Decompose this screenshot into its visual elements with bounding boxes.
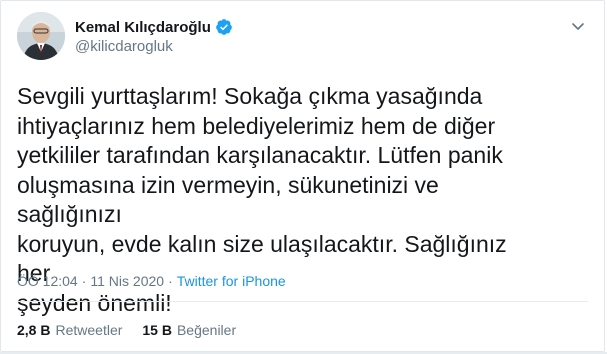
meta-separator-2: · [168, 273, 173, 289]
author-display-name[interactable]: Kemal Kılıçdaroğlu [75, 19, 211, 36]
avatar-photo [17, 12, 65, 60]
avatar[interactable] [17, 12, 65, 60]
verified-badge-icon [216, 19, 232, 35]
divider [17, 301, 588, 302]
tweet-source-link[interactable]: Twitter for iPhone [177, 273, 286, 289]
tweet-meta: ÖÖ 12:04 · 11 Nis 2020 · Twitter for iPh… [17, 273, 286, 289]
retweets-label: Retweetler [55, 322, 123, 338]
likes-stat[interactable]: 15 B Beğeniler [142, 322, 236, 338]
tweet-stats: 2,8 B Retweetler 15 B Beğeniler [17, 322, 256, 338]
likes-count: 15 B [142, 322, 172, 338]
tweet-date[interactable]: 11 Nis 2020 [90, 273, 164, 289]
tweet-header: Kemal Kılıçdaroğlu @kilicdarogluk [17, 12, 233, 60]
name-row: Kemal Kılıçdaroğlu [75, 17, 233, 37]
retweets-count: 2,8 B [17, 322, 51, 338]
author-handle[interactable]: @kilicdarogluk [75, 38, 233, 55]
chevron-down-icon[interactable] [570, 18, 586, 34]
tweet-card: Kemal Kılıçdaroğlu @kilicdarogluk Sevgil… [0, 0, 605, 352]
likes-label: Beğeniler [176, 322, 237, 338]
meta-separator: · [81, 273, 87, 289]
retweets-stat[interactable]: 2,8 B Retweetler [17, 322, 122, 338]
tweet-time[interactable]: ÖÖ 12:04 [17, 273, 78, 289]
author-names: Kemal Kılıçdaroğlu @kilicdarogluk [75, 17, 233, 55]
